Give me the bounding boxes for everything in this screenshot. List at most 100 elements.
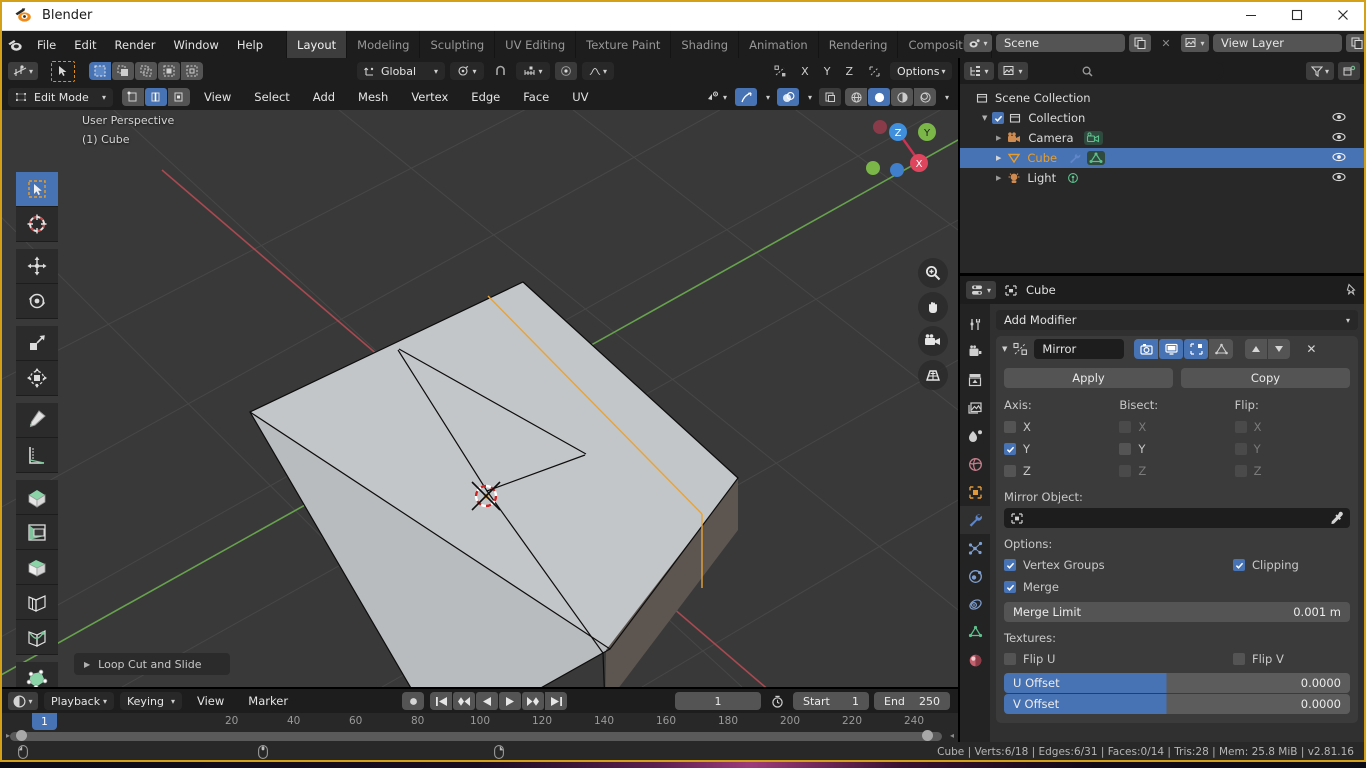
face-select-mode-icon[interactable] [168,88,190,106]
mirror-y-label[interactable]: Y [819,62,836,80]
mirror-object-field[interactable] [1004,508,1350,528]
solid-shading-icon[interactable] [868,88,890,106]
new-viewlayer-icon[interactable] [1346,34,1366,52]
outliner-row-camera[interactable]: ▶ Camera [960,128,1364,148]
tool-extrude-region[interactable] [16,480,58,515]
viewport-menu-face[interactable]: Face [514,87,558,107]
scroll-right-arrow-icon[interactable]: ◂ [950,731,954,740]
properties-tab-tool[interactable] [960,310,990,338]
snap-magnet-icon[interactable] [489,62,511,80]
properties-tab-material[interactable] [960,646,990,674]
clipping-row[interactable]: Clipping [1177,554,1350,576]
timeline-playhead[interactable]: 1 [32,713,57,730]
workspace-tab-modeling[interactable]: Modeling [346,31,419,58]
tool-bevel[interactable] [16,550,58,585]
flip-v-row[interactable]: Flip V [1177,648,1350,670]
tool-inset-faces[interactable] [16,515,58,550]
bisect-z-row[interactable]: Z [1119,460,1234,482]
viewport-menu-edge[interactable]: Edge [462,87,509,107]
copy-button[interactable]: Copy [1181,368,1350,388]
menu-edit[interactable]: Edit [65,35,105,55]
vertex-groups-row[interactable]: Vertex Groups [1004,554,1177,576]
jump-to-end-button[interactable] [545,692,567,710]
timeline-menu-marker[interactable]: Marker [239,691,297,711]
pan-view-icon[interactable] [918,292,948,322]
tool-move[interactable] [16,249,58,284]
close-button[interactable] [1320,0,1366,31]
flip-u-row[interactable]: Flip U [1004,648,1177,670]
vertex-select-mode-icon[interactable] [122,88,144,106]
modifier-edit-mode-toggle-icon[interactable] [1184,339,1208,359]
proportional-edit-icon[interactable] [555,62,577,80]
tool-measure[interactable] [16,438,58,473]
cube-visibility-eye-icon[interactable] [1332,151,1346,163]
viewport-menu-view[interactable]: View [195,87,240,107]
jump-to-next-keyframe-button[interactable] [522,692,544,710]
start-frame-field[interactable]: Start 1 [793,692,869,710]
falloff-dropdown[interactable]: ▾ [582,62,614,80]
mirror-z-label[interactable]: Z [840,62,858,80]
new-scene-icon[interactable] [1129,34,1151,52]
outliner-new-collection-icon[interactable] [1338,62,1360,80]
viewport-menu-select[interactable]: Select [245,87,298,107]
scroll-left-arrow-icon[interactable]: ▸ [6,731,10,740]
topology-mirror-icon[interactable] [863,62,885,80]
properties-tab-view-layer[interactable] [960,394,990,422]
select-invert-icon[interactable] [158,62,180,80]
cube-expand-arrow-icon[interactable]: ▶ [996,154,1001,162]
clipping-checkbox[interactable] [1233,559,1245,571]
properties-tab-data[interactable] [960,618,990,646]
workspace-tab-texture-paint[interactable]: Texture Paint [575,31,670,58]
bisect-z-checkbox[interactable] [1119,465,1131,477]
modifier-move-down-button[interactable] [1268,339,1290,359]
menu-help[interactable]: Help [228,35,272,55]
modifier-delete-button[interactable]: ✕ [1300,340,1322,358]
tool-loop-cut[interactable] [16,585,58,620]
merge-row[interactable]: Merge [1004,576,1177,598]
end-frame-field[interactable]: End 250 [874,692,950,710]
workspace-tab-rendering[interactable]: Rendering [818,31,898,58]
timeline-editor-type-icon[interactable]: ▾ [8,692,38,710]
menu-file[interactable]: File [28,35,65,55]
camera-expand-arrow-icon[interactable]: ▶ [996,134,1001,142]
workspace-tab-shading[interactable]: Shading [670,31,738,58]
current-frame-field[interactable]: 1 [675,692,761,710]
outliner-filter-icon[interactable]: ▾ [1306,62,1334,80]
select-set-icon[interactable] [89,62,111,80]
jump-to-prev-keyframe-button[interactable] [453,692,475,710]
flip-y-checkbox[interactable] [1235,443,1247,455]
outliner-row-cube[interactable]: ▶ Cube [960,148,1364,168]
xray-toggle-icon[interactable] [819,88,841,106]
object-visibility-icon[interactable]: ▾ [703,88,731,106]
operator-redo-panel[interactable]: ▶ Loop Cut and Slide [74,653,230,675]
tool-rotate[interactable] [16,284,58,319]
properties-tab-render[interactable] [960,338,990,366]
timeline-horizontal-scrollbar[interactable] [10,732,942,741]
axis-y-checkbox[interactable] [1004,443,1016,455]
options-dropdown[interactable]: Options ▾ [890,62,952,80]
bisect-y-row[interactable]: Y [1119,438,1234,460]
scrollbar-left-handle[interactable] [16,730,27,741]
edge-select-mode-icon[interactable] [145,88,167,106]
u-offset-slider[interactable]: U Offset 0.0000 [1004,673,1350,693]
outliner-search-input[interactable] [1074,62,1224,80]
camera-visibility-eye-icon[interactable] [1332,131,1346,143]
flip-y-row[interactable]: Y [1235,438,1350,460]
properties-tab-constraints[interactable] [960,590,990,618]
scene-browse-icon[interactable]: ▾ [964,34,992,52]
editor-type-icon[interactable]: ▾ [8,62,38,80]
v-offset-slider[interactable]: V Offset 0.0000 [1004,694,1350,714]
tool-annotate[interactable] [16,403,58,438]
select-intersect-icon[interactable] [181,62,203,80]
properties-editor-type-icon[interactable]: ▾ [966,281,996,299]
camera-data-icon[interactable] [1084,131,1103,145]
flip-v-checkbox[interactable] [1233,653,1245,665]
collection-visibility-eye-icon[interactable] [1332,111,1346,123]
light-expand-arrow-icon[interactable]: ▶ [996,174,1001,182]
viewlayer-browse-icon[interactable]: ▾ [1181,34,1209,52]
flip-x-checkbox[interactable] [1235,421,1247,433]
overlays-dropdown-icon[interactable]: ▾ [803,88,815,106]
apply-button[interactable]: Apply [1004,368,1173,388]
viewport-menu-mesh[interactable]: Mesh [349,87,397,107]
modifier-name-field[interactable]: Mirror [1034,339,1124,359]
